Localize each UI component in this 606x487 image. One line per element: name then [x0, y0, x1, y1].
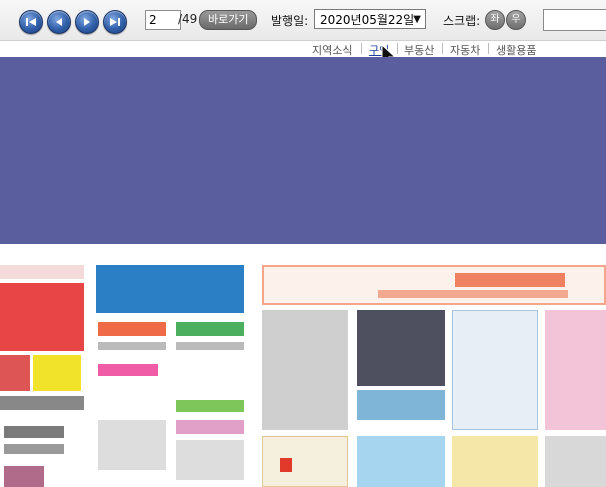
first-page-button[interactable] [19, 10, 43, 34]
text-line [4, 426, 64, 438]
scrap-left-button[interactable]: 좌 [485, 10, 505, 30]
ad-block [262, 310, 348, 430]
next-page-icon [84, 18, 90, 26]
scrap-label: 스크랩: [443, 14, 481, 28]
ad-block [452, 310, 538, 430]
ad-block [0, 283, 84, 351]
divider [442, 43, 443, 54]
ad-block [545, 436, 606, 487]
ad-block [357, 436, 445, 487]
image-block [357, 310, 445, 386]
category-household[interactable]: 생활용품 [496, 42, 536, 58]
column-header [0, 265, 84, 279]
category-cars[interactable]: 자동차 [450, 42, 480, 58]
text-block [98, 420, 166, 470]
category-local-news[interactable]: 지역소식 [312, 42, 352, 58]
ad-block [357, 390, 445, 420]
search-input[interactable] [543, 9, 606, 31]
ad-block [0, 355, 30, 391]
page-number-input[interactable]: 2 [145, 10, 181, 30]
goto-page-button[interactable]: 바로가기 [199, 10, 258, 30]
scrap-right-button[interactable]: 우 [506, 10, 526, 30]
first-page-icon [26, 18, 36, 26]
issue-date-label: 발행일: [271, 14, 309, 28]
previous-page-button[interactable] [47, 10, 71, 34]
text-block [176, 440, 244, 480]
previous-page-icon [56, 18, 62, 26]
ad-block [452, 436, 538, 487]
headline [455, 273, 565, 287]
ad-block [98, 322, 166, 336]
ad-block [176, 400, 244, 412]
issue-date-value: 2020년05월22일 [320, 13, 415, 27]
category-bar: 지역소식 구인 부동산 자동차 생활용품 [0, 41, 606, 57]
ad-block [545, 310, 606, 430]
ad-block [176, 420, 244, 434]
category-real-estate[interactable]: 부동산 [404, 42, 434, 58]
ad-block [176, 322, 244, 336]
text-line [378, 290, 568, 298]
viewer-toolbar: 2 /49 바로가기 발행일: 2020년05월22일 ▼ 스크랩: 좌 우 [0, 0, 606, 41]
image-block [4, 466, 44, 487]
text-line [176, 342, 244, 350]
issue-date-select[interactable]: 2020년05월22일 ▼ [314, 9, 426, 29]
dropdown-arrow-icon: ▼ [413, 14, 421, 25]
text-line [0, 396, 84, 410]
next-page-button[interactable] [75, 10, 99, 34]
ad-block [280, 458, 292, 472]
last-page-icon [110, 18, 120, 26]
ad-block [33, 355, 81, 391]
ad-block [96, 265, 244, 313]
page-banner [0, 57, 606, 244]
divider [488, 43, 489, 54]
page-total: /49 [178, 12, 198, 26]
ad-block [262, 436, 348, 487]
divider [361, 43, 362, 54]
last-page-button[interactable] [103, 10, 127, 34]
text-line [4, 444, 64, 454]
ad-block [98, 364, 158, 376]
text-line [98, 342, 166, 350]
